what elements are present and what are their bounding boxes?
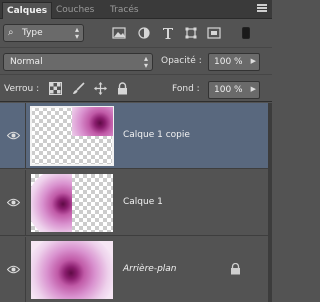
chevron-updown-icon: ▴ ▾ [74, 25, 79, 41]
layer-row-arriere-plan[interactable]: Arrière-plan [0, 237, 268, 302]
panel-tab-bar: Calques Couches Tracés [0, 0, 272, 19]
lock-icon [231, 263, 240, 275]
visibility-column [0, 170, 26, 235]
panel-menu-icon[interactable] [257, 4, 267, 14]
layer-name[interactable]: Calque 1 [123, 197, 163, 207]
blend-row: Normal ▴ ▾ Opacité : 100 % ▶ [0, 47, 272, 74]
layers-list: Calque 1 copie Calque 1 Arrière-plan [0, 103, 268, 302]
fill-label: Fond : [172, 84, 200, 94]
filter-kind-value: Type [22, 28, 43, 38]
tab-calques[interactable]: Calques [2, 2, 53, 19]
lock-image-pixels-icon[interactable] [72, 82, 85, 95]
fill-field[interactable]: 100 % ▶ [208, 81, 260, 99]
lock-row: Verrou : Fond : 100 % ▶ [0, 74, 272, 102]
opacity-field[interactable]: 100 % ▶ [208, 53, 260, 71]
smart-object-filter-icon[interactable] [207, 27, 221, 39]
lock-position-icon[interactable] [94, 82, 107, 95]
layer-name[interactable]: Calque 1 copie [123, 130, 190, 140]
eye-icon[interactable] [7, 198, 20, 207]
opacity-label: Opacité : [161, 56, 202, 66]
filter-kind-select[interactable]: ⌕ Type ▴ ▾ [3, 24, 84, 42]
chevron-right-icon: ▶ [250, 57, 256, 65]
visibility-column [0, 237, 26, 302]
layer-thumbnail[interactable] [31, 241, 113, 299]
layer-thumbnail[interactable] [30, 106, 114, 166]
blend-mode-value: Normal [10, 57, 43, 67]
visibility-column [0, 103, 26, 168]
opacity-value: 100 % [214, 57, 243, 67]
layer-thumbnail[interactable] [31, 174, 113, 232]
blend-mode-select[interactable]: Normal ▴ ▾ [3, 53, 153, 71]
chevron-right-icon: ▶ [250, 85, 256, 93]
lock-label: Verrou : [4, 84, 40, 94]
fill-value: 100 % [214, 85, 243, 95]
chevron-updown-icon: ▴ ▾ [143, 54, 148, 70]
layer-name[interactable]: Arrière-plan [123, 264, 177, 274]
tab-traces[interactable]: Tracés [106, 2, 143, 19]
eye-icon[interactable] [7, 131, 20, 140]
lock-all-icon[interactable] [116, 82, 129, 95]
search-icon: ⌕ [8, 27, 14, 38]
filter-toggle[interactable] [242, 27, 250, 39]
tab-couches[interactable]: Couches [52, 2, 98, 19]
pixel-layer-filter-icon[interactable] [112, 27, 126, 39]
layer-row-calque-1[interactable]: Calque 1 [0, 170, 268, 236]
adjustment-layer-filter-icon[interactable] [137, 27, 151, 39]
eye-icon[interactable] [7, 265, 20, 274]
scrollbar[interactable] [268, 103, 272, 302]
lock-transparent-pixels-icon[interactable] [49, 82, 62, 95]
shape-layer-filter-icon[interactable] [184, 27, 198, 39]
layer-row-calque-1-copie[interactable]: Calque 1 copie [0, 103, 268, 169]
type-layer-filter-icon[interactable] [161, 27, 175, 39]
layer-filter-bar: ⌕ Type ▴ ▾ [0, 19, 272, 47]
